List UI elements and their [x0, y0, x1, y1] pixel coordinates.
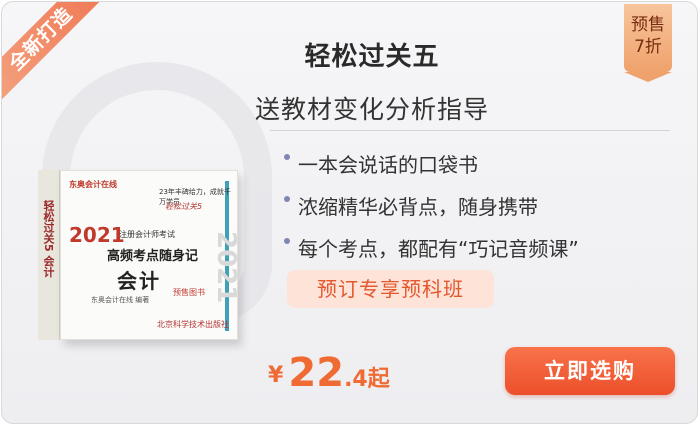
presale-line1: 预售: [631, 15, 665, 35]
book-watermark: 2021: [211, 231, 241, 304]
spine-text: 轻松过关5 会计: [42, 200, 55, 278]
feature-list: 一本会说话的口袋书 浓缩精华必背点，随身携带 每个考点，都配有“巧记音频课”: [284, 148, 579, 274]
divider: [270, 130, 670, 131]
bullet-dot-icon: [284, 238, 290, 244]
feature-text: 一本会说话的口袋书: [298, 153, 478, 177]
product-subtitle: 送教材变化分析指导: [254, 95, 489, 124]
feature-item: 每个考点，都配有“巧记音频课”: [284, 232, 579, 274]
book-signature: 轻松过关5: [165, 202, 203, 211]
presale-badge: 预售 7折: [624, 4, 672, 82]
book-cover-image: 轻松过关5 会计 东奥会计在线 23年丰碑给力，成就千万学员 轻松过关5 202…: [38, 170, 244, 348]
book-author: 东奥会计在线 编著: [91, 296, 150, 304]
promo-tag: 预订专享预科班: [287, 270, 494, 308]
price: ¥ 22.4起: [268, 350, 390, 396]
price-decimal: .4: [344, 367, 368, 392]
book-year: 2021: [69, 223, 125, 247]
book-exam: 注册会计师考试: [119, 230, 175, 239]
book-presale: 预售图书: [173, 288, 205, 297]
book-subject: 会计: [117, 269, 161, 293]
feature-text: 浓缩精华必背点，随身携带: [298, 195, 538, 219]
bullet-dot-icon: [284, 154, 290, 160]
buy-button[interactable]: 立即选购: [505, 347, 675, 395]
price-currency: ¥: [268, 363, 284, 388]
feature-item: 浓缩精华必背点，随身携带: [284, 190, 579, 232]
book-front: 东奥会计在线 23年丰碑给力，成就千万学员 轻松过关5 2021 注册会计师考试…: [60, 170, 241, 340]
feature-text: 每个考点，都配有“巧记音频课”: [298, 237, 579, 261]
book-publisher: 北京科学技术出版社: [157, 320, 229, 329]
presale-line2: 7折: [634, 37, 662, 57]
feature-item: 一本会说话的口袋书: [284, 148, 579, 190]
price-integer: 22: [288, 350, 345, 396]
book-spine: 轻松过关5 会计: [38, 170, 60, 340]
price-suffix: 起: [367, 367, 390, 392]
book-logo: 东奥会计在线: [69, 180, 117, 189]
book-title: 高频考点随身记: [107, 249, 199, 264]
product-title: 轻松过关五: [304, 42, 440, 72]
product-card[interactable]: 全新打造 轻松过关5 会计 东奥会计在线 23年丰碑给力，成就千万学员 轻松过关…: [1, 1, 698, 424]
bullet-dot-icon: [284, 196, 290, 202]
